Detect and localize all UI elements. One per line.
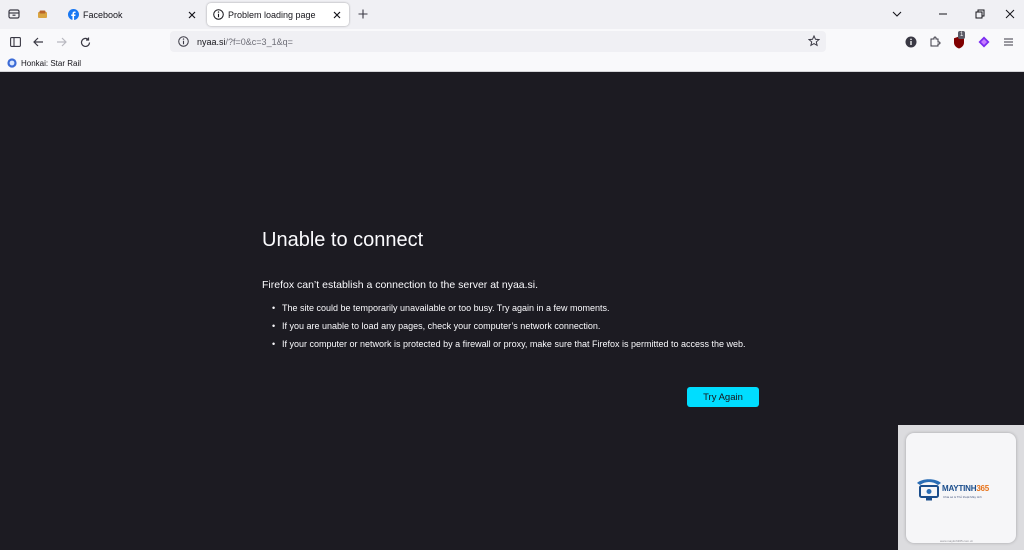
reload-icon — [80, 37, 90, 47]
close-icon — [1005, 9, 1015, 19]
maytinh365-logo-icon — [917, 479, 941, 501]
extension-gem-icon — [978, 36, 990, 48]
tab-problem-loading[interactable]: Problem loading page — [207, 3, 349, 26]
sidebar-button[interactable] — [5, 32, 25, 52]
watermark-overlay: MAYTINH365 Chia sẻ & Thủ thuật Máy tính … — [898, 425, 1024, 550]
ublock-extension-button[interactable]: 1 — [951, 31, 967, 50]
firefox-view-icon — [8, 9, 20, 19]
bookmarks-toolbar: Honkai: Star Rail — [0, 54, 1024, 72]
list-item: If your computer or network is protected… — [272, 338, 762, 351]
minimize-button[interactable] — [934, 5, 952, 23]
list-item: The site could be temporarily unavailabl… — [272, 302, 762, 315]
tab-facebook[interactable]: Facebook — [62, 3, 204, 26]
try-again-button[interactable]: Try Again — [687, 387, 759, 407]
tab-close-button[interactable] — [186, 9, 198, 21]
watermark-site: www.maytinh365.com.vn — [940, 539, 974, 543]
star-icon — [808, 35, 820, 47]
reload-button[interactable] — [75, 32, 95, 52]
url-host: nyaa.si — [197, 36, 226, 47]
watermark-brand-part1: MAYTINH — [942, 484, 977, 493]
site-info-button[interactable] — [176, 35, 190, 49]
hamburger-menu-icon — [1003, 38, 1013, 46]
arrow-left-icon — [32, 37, 43, 47]
tab-label: Problem loading page — [228, 9, 316, 20]
facebook-icon — [68, 9, 79, 20]
close-window-button[interactable] — [1001, 5, 1019, 23]
watermark-tagline: Chia sẻ & Thủ thuật Máy tính — [943, 495, 982, 499]
extension-info-button[interactable] — [903, 34, 919, 50]
error-description: Firefox can’t establish a connection to … — [262, 279, 539, 291]
url-path: /?f=0&c=3_1&q= — [225, 36, 293, 47]
extension-badge: 1 — [958, 31, 966, 39]
arrow-right-icon — [56, 37, 67, 47]
bookmark-star-button[interactable] — [807, 34, 821, 48]
minimize-icon — [939, 13, 947, 15]
watermark-brand: MAYTINH365 — [942, 484, 989, 493]
back-button[interactable] — [28, 32, 48, 52]
list-item: If you are unable to load any pages, che… — [272, 320, 762, 333]
list-all-tabs-button[interactable] — [888, 5, 906, 23]
error-title: Unable to connect — [262, 229, 424, 251]
chevron-down-icon — [892, 11, 902, 17]
close-icon — [333, 11, 341, 18]
bookmark-honkai-star-rail[interactable]: Honkai: Star Rail — [7, 56, 81, 70]
error-suggestions-list: The site could be temporarily unavailabl… — [272, 302, 762, 356]
url-text[interactable]: nyaa.si/?f=0&c=3_1&q= — [197, 37, 293, 47]
restore-button[interactable] — [971, 5, 989, 23]
tab-label: Facebook — [83, 9, 123, 20]
navigation-toolbar: nyaa.si/?f=0&c=3_1&q= 1 — [0, 29, 1024, 54]
puzzle-icon — [930, 36, 941, 47]
honkai-icon — [7, 58, 17, 68]
forward-button[interactable] — [51, 32, 71, 52]
sidebar-icon — [9, 37, 21, 47]
pinned-tab[interactable] — [31, 3, 53, 25]
firefox-view-button[interactable] — [3, 4, 25, 24]
url-bar[interactable]: nyaa.si/?f=0&c=3_1&q= — [170, 31, 826, 52]
plus-icon — [358, 9, 368, 19]
watermark-brand-part2: 365 — [976, 484, 990, 493]
new-tab-button[interactable] — [354, 5, 372, 23]
tab-close-button[interactable] — [331, 9, 343, 21]
restore-icon — [975, 9, 985, 19]
error-page: Unable to connect Firefox can’t establis… — [0, 72, 1024, 550]
info-icon — [177, 36, 189, 47]
pinned-tab-favicon-icon — [37, 10, 47, 18]
info-icon — [213, 9, 224, 20]
close-icon — [188, 11, 196, 18]
purple-extension-button[interactable] — [976, 34, 992, 50]
bookmark-label: Honkai: Star Rail — [21, 58, 82, 68]
extensions-button[interactable] — [927, 34, 943, 50]
watermark-card: MAYTINH365 Chia sẻ & Thủ thuật Máy tính … — [906, 433, 1016, 543]
tab-strip: Facebook Problem loading page — [0, 0, 1024, 29]
info-circle-filled-icon — [905, 36, 917, 48]
menu-button[interactable] — [1000, 34, 1016, 50]
